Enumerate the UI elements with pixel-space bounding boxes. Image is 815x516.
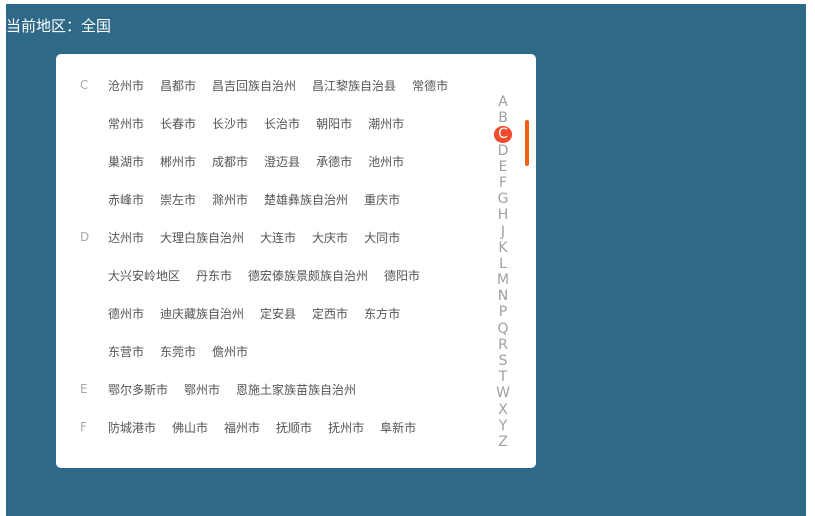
city-item[interactable]: 赤峰市 xyxy=(108,191,144,208)
current-region-label: 当前地区：全国 xyxy=(6,17,112,35)
index-letter-e[interactable]: E xyxy=(494,159,512,175)
city-item[interactable]: 滁州市 xyxy=(212,191,248,208)
city-item[interactable]: 大同市 xyxy=(364,229,400,246)
city-item[interactable]: 东营市 xyxy=(108,343,144,360)
city-item[interactable]: 承德市 xyxy=(316,153,352,170)
city-item[interactable]: 达州市 xyxy=(108,229,144,246)
city-item[interactable]: 常州市 xyxy=(108,115,144,132)
alphabet-index-bar[interactable]: ABCDEFGHJKLMNPQRSTWXYZ xyxy=(490,94,516,450)
city-row: D 达州市 大理白族自治州 大连市 大庆市 大同市 xyxy=(56,218,486,256)
city-item[interactable]: 东莞市 xyxy=(160,343,196,360)
city-item[interactable]: 德宏傣族景颇族自治州 xyxy=(248,267,368,284)
city-item[interactable]: 儋州市 xyxy=(212,343,248,360)
app-background: 当前地区：全国 C 沧州市 昌都市 昌吉回族自治州 昌江黎族自治县 常德市常州市 长春市 长沙… xyxy=(6,4,806,516)
city-item[interactable]: 鄂尔多斯市 xyxy=(108,381,168,398)
index-letter-p[interactable]: P xyxy=(494,304,512,320)
index-letter-j[interactable]: J xyxy=(494,224,512,240)
index-letter-s[interactable]: S xyxy=(494,353,512,369)
city-row: 巢湖市 郴州市 成都市 澄迈县 承德市 池州市 xyxy=(56,142,486,180)
city-item[interactable]: 郴州市 xyxy=(160,153,196,170)
city-item[interactable]: 东方市 xyxy=(364,305,400,322)
index-letter-z[interactable]: Z xyxy=(494,434,512,450)
group-letter-label: E xyxy=(80,382,88,396)
city-item[interactable]: 定西市 xyxy=(312,305,348,322)
city-picker-panel: C 沧州市 昌都市 昌吉回族自治州 昌江黎族自治县 常德市常州市 长春市 长沙市 长治市 朝阳市潮… xyxy=(56,54,536,468)
city-item[interactable]: 成都市 xyxy=(212,153,248,170)
city-item[interactable]: 丹东市 xyxy=(196,267,232,284)
city-item[interactable]: 大理白族自治州 xyxy=(160,229,244,246)
group-letter-label: D xyxy=(80,230,90,244)
city-item[interactable]: 德州市 xyxy=(108,305,144,322)
index-letter-b[interactable]: B xyxy=(494,110,512,126)
city-item[interactable]: 大庆市 xyxy=(312,229,348,246)
city-row: 大兴安岭地区 丹东市 德宏傣族景颇族自治州 德阳市 xyxy=(56,256,486,294)
city-item[interactable]: 佛山市 xyxy=(172,419,208,436)
city-row: 常州市 长春市 长沙市 长治市 朝阳市 潮州市 xyxy=(56,104,486,142)
city-item[interactable]: 昌吉回族自治州 xyxy=(212,77,296,94)
index-letter-r[interactable]: R xyxy=(494,337,512,353)
city-item[interactable]: 定安县 xyxy=(260,305,296,322)
city-item[interactable]: 恩施土家族苗族自治州 xyxy=(236,381,356,398)
index-letter-d[interactable]: D xyxy=(494,143,512,159)
city-item[interactable]: 鄂州市 xyxy=(184,381,220,398)
scrollbar-thumb[interactable] xyxy=(525,120,529,166)
city-item[interactable]: 阜新市 xyxy=(380,419,416,436)
city-item[interactable]: 常德市 xyxy=(412,77,448,94)
city-item[interactable]: 迪庆藏族自治州 xyxy=(160,305,244,322)
index-letter-n[interactable]: N xyxy=(494,288,512,304)
index-letter-t[interactable]: T xyxy=(494,369,512,385)
index-letter-w[interactable]: W xyxy=(494,385,512,401)
city-row: C 沧州市 昌都市 昌吉回族自治州 昌江黎族自治县 常德市 xyxy=(56,66,486,104)
index-letter-f[interactable]: F xyxy=(494,175,512,191)
city-item[interactable]: 长春市 xyxy=(160,115,196,132)
city-item[interactable]: 昌江黎族自治县 xyxy=(312,77,396,94)
city-item[interactable]: 抚顺市 xyxy=(276,419,312,436)
index-letter-m[interactable]: M xyxy=(494,272,512,288)
city-item[interactable]: 昌都市 xyxy=(160,77,196,94)
index-letter-c[interactable]: C xyxy=(494,126,512,143)
city-item[interactable]: 池州市 xyxy=(368,153,404,170)
index-letter-k[interactable]: K xyxy=(494,240,512,256)
city-row: 东营市 东莞市 儋州市 xyxy=(56,332,486,370)
city-item[interactable]: 福州市 xyxy=(224,419,260,436)
index-letter-a[interactable]: A xyxy=(494,94,512,110)
index-letter-l[interactable]: L xyxy=(494,256,512,272)
city-row: 德州市 迪庆藏族自治州 定安县 定西市 东方市 xyxy=(56,294,486,332)
city-item[interactable]: 长治市 xyxy=(264,115,300,132)
city-row: F 防城港市 佛山市 福州市 抚顺市 抚州市 阜新市 xyxy=(56,408,486,446)
city-item[interactable]: 长沙市 xyxy=(212,115,248,132)
city-item[interactable]: 澄迈县 xyxy=(264,153,300,170)
city-list[interactable]: C 沧州市 昌都市 昌吉回族自治州 昌江黎族自治县 常德市常州市 长春市 长沙市 长治市 朝阳市潮… xyxy=(56,54,486,468)
index-letter-g[interactable]: G xyxy=(494,191,512,207)
city-item[interactable]: 潮州市 xyxy=(368,115,404,132)
group-letter-label: C xyxy=(80,78,89,92)
city-item[interactable]: 楚雄彝族自治州 xyxy=(264,191,348,208)
city-item[interactable]: 大兴安岭地区 xyxy=(108,267,180,284)
city-item[interactable]: 沧州市 xyxy=(108,77,144,94)
city-item[interactable]: 重庆市 xyxy=(364,191,400,208)
city-row: 赤峰市 崇左市 滁州市 楚雄彝族自治州 重庆市 xyxy=(56,180,486,218)
index-letter-q[interactable]: Q xyxy=(494,321,512,337)
city-item[interactable]: 巢湖市 xyxy=(108,153,144,170)
city-item[interactable]: 崇左市 xyxy=(160,191,196,208)
city-item[interactable]: 大连市 xyxy=(260,229,296,246)
index-letter-y[interactable]: Y xyxy=(494,418,512,434)
city-row: E 鄂尔多斯市 鄂州市 恩施土家族苗族自治州 xyxy=(56,370,486,408)
index-letter-x[interactable]: X xyxy=(494,402,512,418)
city-item[interactable]: 抚州市 xyxy=(328,419,364,436)
city-item[interactable]: 德阳市 xyxy=(384,267,420,284)
city-item[interactable]: 朝阳市 xyxy=(316,115,352,132)
index-letter-h[interactable]: H xyxy=(494,207,512,223)
city-item[interactable]: 防城港市 xyxy=(108,419,156,436)
group-letter-label: F xyxy=(80,420,87,434)
